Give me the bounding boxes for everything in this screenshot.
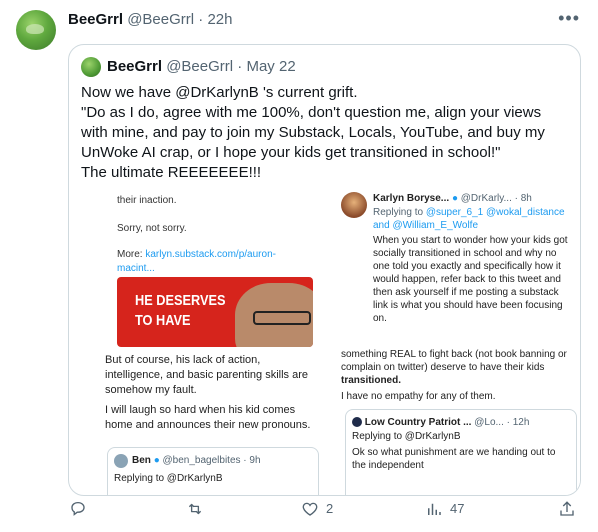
tweet-header: BeeGrrl @BeeGrrl · 22h [68, 10, 233, 30]
share-button[interactable] [558, 500, 576, 518]
ben-header: Ben ● @ben_bagelbites · 9h [132, 454, 261, 467]
verified-icon: ● [153, 455, 160, 466]
left-partial-text: their inaction. [117, 195, 177, 206]
patriot-name: Low Country Patriot ... [364, 417, 472, 428]
left-sorry-text: Sorry, not sorry. [117, 223, 187, 234]
red-title-line2: TO HAVE [135, 312, 191, 329]
left-lower-screenshot: But of course, his lack of action, intel… [101, 347, 327, 495]
person-photo [235, 283, 313, 347]
quoted-tweet-header: BeeGrrl @BeeGrrl · May 22 [107, 57, 296, 77]
view-count: 47 [450, 501, 465, 516]
retweet-icon [188, 503, 202, 515]
quoted-author-handle: @BeeGrrl [166, 58, 234, 75]
patriot-handle: @Lo... · 12h [474, 417, 530, 428]
right-mid-bold: transitioned. [341, 375, 402, 386]
karlyn-name: Karlyn Boryse... [373, 193, 450, 204]
left-paragraph-2: I will laugh so hard when his kid comes … [105, 404, 311, 431]
author-handle[interactable]: @BeeGrrl [127, 11, 194, 28]
verified-icon: ● [451, 193, 458, 204]
action-bar: 2 47 [0, 500, 598, 520]
reply-button[interactable] [68, 500, 88, 518]
reply-icon [71, 501, 85, 516]
karlyn-replying-label: Replying to [373, 207, 424, 218]
patriot-text: Ok so what punishment are we handing out… [352, 447, 556, 471]
left-embedded-card: Ben ● @ben_bagelbites · 9h Replying to @… [107, 447, 319, 495]
more-options-icon[interactable]: ••• [558, 8, 580, 29]
karlyn-header: Karlyn Boryse... ● @DrKarly... · 8h [373, 192, 532, 205]
karlyn-replying: Replying to @super_6_1 @wokal_distance a… [373, 206, 573, 232]
right-no-empathy: I have no empathy for any of them. [341, 391, 496, 402]
views-button[interactable]: 47 [424, 500, 464, 518]
screenshot-collage-image[interactable]: their inaction. Sorry, not sorry. More: … [101, 192, 580, 495]
karlyn-body: When you start to wonder how your kids g… [373, 235, 568, 324]
quoted-author-name: BeeGrrl [107, 58, 163, 75]
red-thumbnail: HE DESERVES TO HAVE [117, 277, 313, 347]
like-button[interactable]: 2 [300, 500, 333, 518]
patriot-reply: Replying to @DrKarlynB [352, 431, 461, 442]
left-paragraph-1: But of course, his lack of action, intel… [105, 354, 309, 396]
quoted-author-avatar [81, 57, 101, 77]
ben-name: Ben [132, 455, 151, 466]
right-screenshot-panel: Karlyn Boryse... ● @DrKarly... · 8h Repl… [333, 192, 580, 495]
separator-dot: · [237, 58, 243, 75]
author-avatar[interactable] [16, 10, 56, 50]
red-thumbnail-title: HE DESERVES TO HAVE [135, 291, 225, 331]
left-more-line: More: karlyn.substack.com/p/auron-macint… [117, 248, 313, 276]
ben-avatar [114, 454, 128, 468]
quoted-tweet-card[interactable]: BeeGrrl @BeeGrrl · May 22 Now we have @D… [68, 44, 581, 496]
right-embedded-card: Low Country Patriot ... @Lo... · 12h Rep… [345, 409, 577, 495]
red-title-line1: HE DESERVES [135, 292, 226, 309]
separator-dot: · [198, 11, 204, 28]
tweet-time[interactable]: 22h [207, 11, 232, 28]
right-middle-text: something REAL to fight back (not book b… [341, 348, 575, 387]
patriot-avatar [352, 417, 362, 428]
left-more-label: More: [117, 249, 143, 260]
quoted-tweet-text: Now we have @DrKarlynB 's current grift.… [81, 84, 545, 181]
views-icon [428, 503, 441, 515]
retweet-button[interactable] [184, 500, 206, 518]
ben-reply: Replying to @DrKarlynB [114, 473, 223, 484]
quoted-tweet-date: May 22 [246, 58, 296, 75]
author-name[interactable]: BeeGrrl [68, 11, 123, 28]
karlyn-handle: @DrKarly... · 8h [460, 193, 532, 204]
like-count: 2 [326, 501, 334, 516]
heart-icon [302, 502, 318, 516]
right-mid-partial: something REAL to fight back (not book b… [341, 349, 567, 373]
share-icon [560, 501, 574, 516]
ben-handle: @ben_bagelbites · 9h [162, 455, 261, 466]
patriot-header: Low Country Patriot ... @Lo... · 12h [352, 416, 529, 429]
karlyn-avatar [341, 192, 367, 218]
